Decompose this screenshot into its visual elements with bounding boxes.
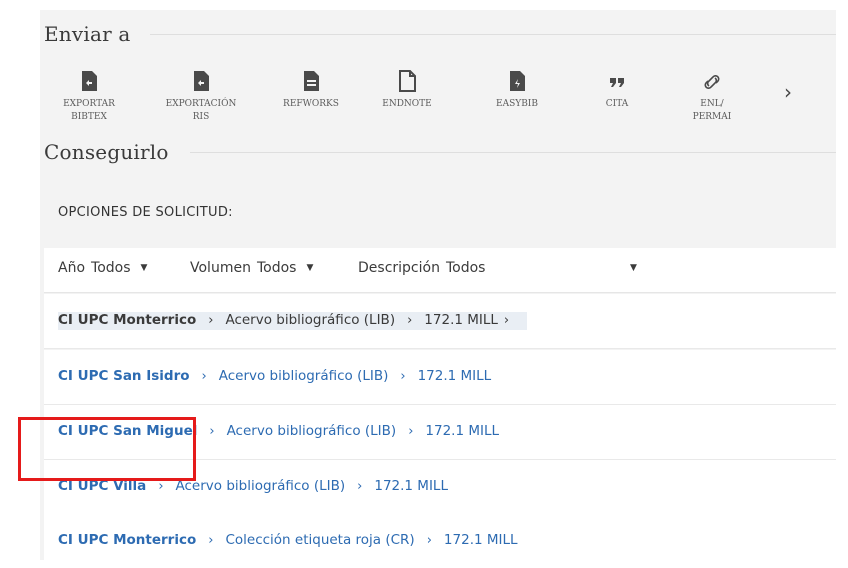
cite-label: CITA [605, 99, 629, 109]
export-bibtex-label-2: BIBTEX [71, 112, 107, 122]
chevron-right-icon: › [208, 533, 214, 548]
chevron-right-icon: › [426, 533, 432, 548]
send-to-divider [150, 34, 836, 35]
chevron-right-icon[interactable]: › [776, 80, 800, 104]
export-bibtex-button[interactable]: EXPORTAR BIBTEX [44, 70, 134, 124]
export-ris-button[interactable]: EXPORTACIÓN RIS [156, 70, 246, 124]
volume-filter-label: Volumen [190, 260, 251, 276]
volume-filter-value: Todos [256, 260, 297, 276]
location-call-number: 172.1 MILL [424, 312, 498, 328]
easybib-icon [510, 71, 525, 91]
export-bibtex-icon [82, 71, 97, 91]
permalink-button[interactable]: ENL/PERMAI [680, 70, 744, 124]
easybib-label: EASYBIB [496, 99, 538, 109]
quote-icon [610, 78, 624, 87]
location-collection: Acervo bibliográfico (LIB) [218, 368, 389, 384]
description-filter[interactable]: Descripción Todos ▼ [358, 260, 637, 276]
chevron-right-icon: › [400, 369, 406, 384]
endnote-label: ENDNOTE [382, 99, 432, 109]
easybib-button[interactable]: EASYBIB [472, 70, 562, 111]
export-ris-label-2: RIS [192, 112, 210, 122]
chevron-right-icon: › [209, 424, 215, 439]
endnote-icon [399, 70, 416, 92]
refworks-button[interactable]: REFWORKS [266, 70, 356, 111]
filter-row: Año Todos ▼ Volumen Todos ▼ Descripción Todos… [44, 248, 836, 293]
send-to-title: Enviar a [44, 22, 131, 46]
refworks-label: REFWORKS [283, 99, 339, 109]
export-ris-label-1: EXPORTACIÓN [165, 99, 237, 109]
location-row[interactable]: CI UPC Monterrico › Acervo bibliográfico (… [44, 294, 836, 349]
location-call-number: 172.1 MILL [417, 368, 492, 384]
location-collection: Acervo bibliográfico (LIB) [226, 423, 397, 439]
endnote-button[interactable]: ENDNOTE [362, 70, 452, 111]
year-filter-value: Todos [91, 260, 131, 276]
location-collection: Acervo bibliográfico (LIB) [225, 312, 396, 328]
row-chevron: › [503, 313, 510, 328]
year-filter-label: Año [58, 260, 86, 276]
location-call-number: 172.1 MILL [443, 532, 518, 548]
description-filter-value: Todos [445, 260, 486, 276]
chevron-right-icon: › [201, 369, 207, 384]
link-icon [704, 75, 720, 89]
chevron-right-icon: › [408, 424, 414, 439]
request-options-label: OPCIONES DE SOLICITUD: [58, 205, 233, 220]
get-it-title: Conseguirlo [44, 140, 169, 164]
caret-down-icon: ▼ [140, 263, 148, 273]
refworks-icon [304, 71, 319, 91]
highlight-box [18, 417, 196, 481]
send-to-actions: EXPORTAR BIBTEX EXPORTACIÓN RIS REFWORKS E… [44, 70, 834, 140]
get-it-divider [190, 152, 836, 153]
caret-down-icon: ▼ [630, 263, 637, 273]
location-call-number: 172.1 MILL [374, 478, 448, 494]
chevron-right-icon: › [158, 479, 164, 494]
location-library: CI UPC Monterrico [58, 312, 197, 328]
chevron-right-icon: › [357, 479, 363, 494]
chevron-right-icon: › [208, 313, 214, 328]
location-library: CI UPC San Isidro [58, 368, 190, 384]
permalink-label-1: ENL/ [700, 99, 724, 109]
description-filter-label: Descripción [358, 260, 440, 276]
export-bibtex-label-1: EXPORTAR [63, 99, 115, 109]
export-ris-icon [194, 71, 209, 91]
caret-down-icon: ▼ [306, 263, 314, 273]
year-filter[interactable]: Año Todos ▼ [58, 260, 147, 276]
chevron-right-icon: › [407, 313, 413, 328]
location-library: CI UPC Monterrico [58, 532, 197, 548]
cite-button[interactable]: CITA [572, 70, 662, 111]
location-collection: Colección etiqueta roja (CR) [225, 532, 415, 548]
location-call-number: 172.1 MILL [425, 423, 500, 439]
location-collection: Acervo bibliográfico (LIB) [175, 478, 346, 494]
location-row[interactable]: CI UPC San Isidro › Acervo bibliográfico (… [44, 350, 836, 405]
volume-filter[interactable]: Volumen Todos ▼ [190, 260, 313, 276]
permalink-label-2: PERMAI [692, 112, 732, 122]
